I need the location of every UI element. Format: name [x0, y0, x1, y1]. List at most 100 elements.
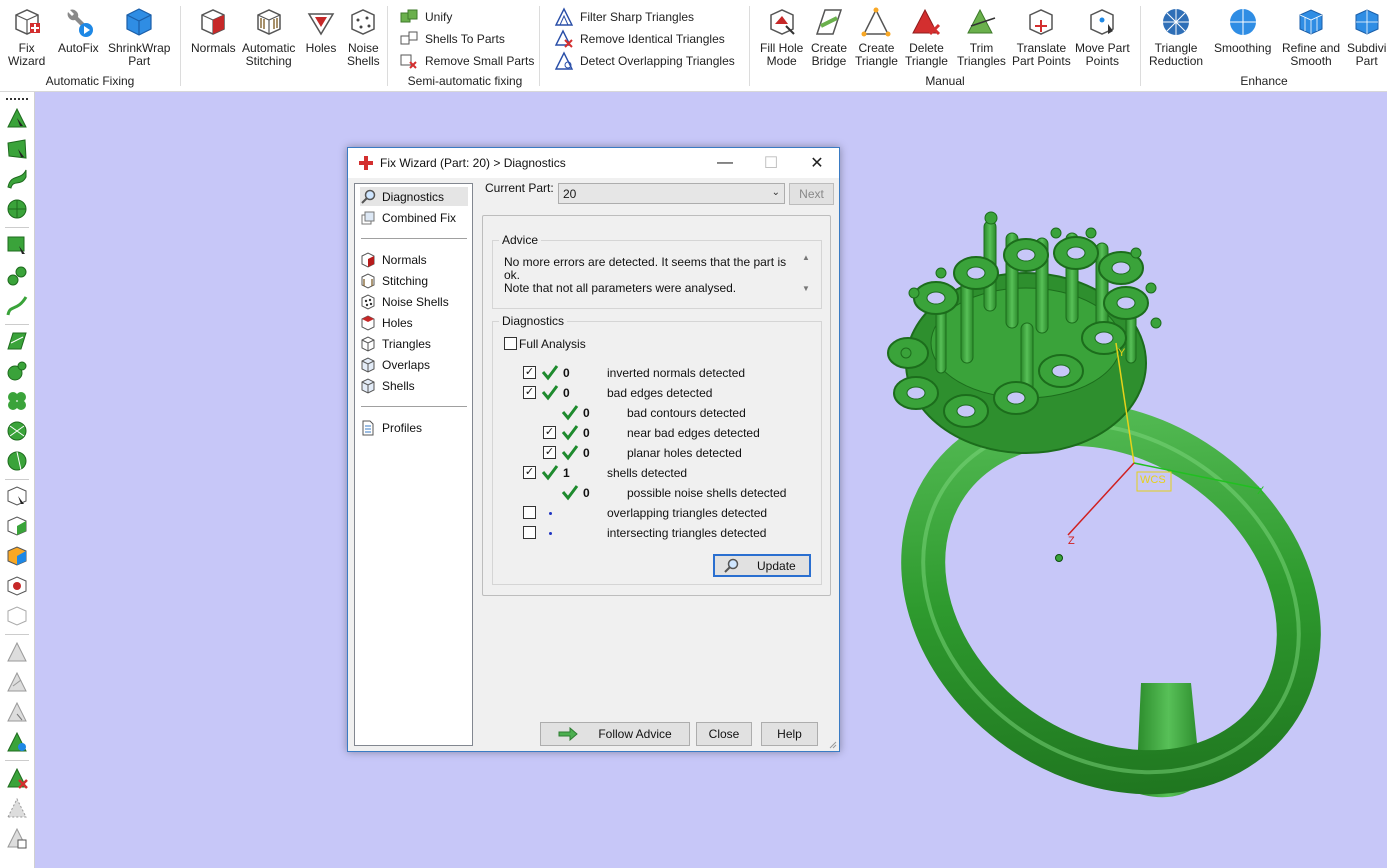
nav-item-profiles[interactable]: Profiles: [360, 418, 468, 437]
invert-mark-icon[interactable]: [5, 700, 29, 724]
remove-identical-triangles-button[interactable]: Remove Identical Triangles: [554, 29, 725, 49]
nav-item-stitching[interactable]: Stitching: [360, 271, 468, 290]
noise-shells-count: 0: [583, 486, 590, 500]
next-button[interactable]: Next: [789, 183, 834, 205]
mark-triangle-icon[interactable]: [5, 640, 29, 664]
shrinkwrap-cube-icon: [126, 8, 152, 36]
current-part-dropdown[interactable]: 20 ⌄: [558, 183, 785, 204]
noise-shells-button[interactable]: Noise Shells: [347, 6, 380, 68]
scroll-up-icon[interactable]: ▲: [799, 253, 813, 262]
pending-dot-icon: [549, 532, 552, 535]
select-sphere-icon[interactable]: [5, 419, 29, 443]
part-select-green-icon[interactable]: [5, 514, 29, 538]
toolbar-grip[interactable]: [6, 98, 28, 100]
nav-item-diagnostics[interactable]: Diagnostics: [360, 187, 468, 206]
shrinkwrap-part-button[interactable]: ShrinkWrap Part: [108, 6, 170, 68]
create-triangle-button[interactable]: Create Triangle: [855, 6, 898, 68]
advice-group: Advice No more errors are detected. It s…: [492, 233, 822, 309]
delete-marked-icon[interactable]: [5, 766, 29, 790]
nav-item-normals[interactable]: Normals: [360, 250, 468, 269]
nav-label-shells: Shells: [382, 378, 415, 393]
noise-shells-icon: [361, 293, 375, 310]
select-curve-icon[interactable]: [5, 167, 29, 191]
inverted-normals-label: inverted normals detected: [607, 366, 746, 380]
select-surface-icon[interactable]: [5, 137, 29, 161]
ribbon-toolbar: Fix Wizard AutoFix ShrinkWrap Part Autom…: [0, 0, 1387, 92]
holes-label: Holes: [305, 41, 337, 55]
toolbar-separator: [5, 227, 29, 228]
minimize-button[interactable]: —: [702, 148, 748, 178]
delete-triangle-button[interactable]: Delete Triangle: [905, 6, 948, 68]
nav-label-diagnostics: Diagnostics: [382, 189, 445, 204]
fill-hole-mode-button[interactable]: Fill Hole Mode: [760, 6, 803, 68]
planar-holes-checkbox[interactable]: [543, 446, 556, 459]
select-lasso-icon[interactable]: [5, 294, 29, 318]
fix-wizard-button[interactable]: Fix Wizard: [8, 6, 45, 68]
trim-triangles-button[interactable]: Trim Triangles: [957, 6, 1006, 68]
part-outline-icon[interactable]: [5, 604, 29, 628]
advice-scrollbar[interactable]: ▲ ▼: [799, 253, 813, 301]
holes-button[interactable]: Holes: [305, 6, 337, 55]
subdivide-part-button[interactable]: Subdivi Part: [1347, 6, 1386, 68]
select-planar-icon[interactable]: [5, 329, 29, 353]
scroll-down-icon[interactable]: ▼: [799, 284, 813, 293]
remove-small-parts-button[interactable]: Remove Small Parts: [399, 51, 534, 71]
bad-edges-checkbox[interactable]: [523, 386, 536, 399]
select-box-icon[interactable]: [5, 233, 29, 257]
select-connected-icon[interactable]: [5, 359, 29, 383]
nav-item-combined-fix[interactable]: Combined Fix: [360, 208, 468, 227]
move-points-icon: [1090, 9, 1115, 35]
unify-button[interactable]: Unify: [399, 7, 452, 27]
follow-advice-button[interactable]: Follow Advice: [540, 722, 690, 746]
select-wrap-icon[interactable]: [5, 449, 29, 473]
select-clover-icon[interactable]: [5, 389, 29, 413]
update-button[interactable]: Update: [713, 554, 811, 577]
filter-sharp-triangles-button[interactable]: Filter Sharp Triangles: [554, 7, 694, 27]
toolbar-separator: [5, 760, 29, 761]
triangle-reduction-button[interactable]: Triangle Reduction: [1149, 6, 1203, 68]
help-button[interactable]: Help: [761, 722, 818, 746]
select-triangle-icon[interactable]: [5, 106, 29, 130]
copy-marked-icon[interactable]: [5, 826, 29, 850]
dialog-title-bar[interactable]: Fix Wizard (Part: 20) > Diagnostics — ☐ …: [348, 148, 839, 178]
smoothing-button[interactable]: Smoothing: [1214, 6, 1271, 55]
translate-part-points-button[interactable]: Translate Part Points: [1012, 6, 1071, 68]
stitching-icon: [361, 272, 375, 289]
automatic-stitching-button[interactable]: Automatic Stitching: [242, 6, 295, 68]
create-bridge-button[interactable]: Create Bridge: [811, 6, 847, 68]
move-part-points-button[interactable]: Move Part Points: [1075, 6, 1130, 68]
hide-marked-icon[interactable]: [5, 796, 29, 820]
intersecting-triangles-checkbox[interactable]: [523, 526, 536, 539]
advice-line-1: No more errors are detected. It seems th…: [504, 255, 787, 282]
select-brush-icon[interactable]: [5, 264, 29, 288]
nav-item-shells[interactable]: Shells: [360, 376, 468, 395]
normals-button[interactable]: Normals: [191, 6, 236, 55]
close-window-button[interactable]: ✕: [794, 148, 840, 178]
nav-item-holes[interactable]: Holes: [360, 313, 468, 332]
overlapping-triangles-checkbox[interactable]: [523, 506, 536, 519]
close-button[interactable]: Close: [696, 722, 752, 746]
shells-to-parts-button[interactable]: Shells To Parts: [399, 29, 505, 49]
nav-item-noise-shells[interactable]: Noise Shells: [360, 292, 468, 311]
part-color-icon[interactable]: [5, 544, 29, 568]
unmark-triangle-icon[interactable]: [5, 670, 29, 694]
mark-all-icon[interactable]: [5, 730, 29, 754]
resize-grip-icon[interactable]: [827, 739, 837, 749]
full-analysis-checkbox[interactable]: [504, 337, 517, 350]
smoothing-label: Smoothing: [1214, 41, 1272, 55]
detect-overlapping-triangles-button[interactable]: Detect Overlapping Triangles: [554, 51, 735, 71]
part-search-icon[interactable]: [5, 574, 29, 598]
nav-item-overlaps[interactable]: Overlaps: [360, 355, 468, 374]
select-shell-icon[interactable]: [5, 197, 29, 221]
near-bad-edges-checkbox[interactable]: [543, 426, 556, 439]
inverted-normals-checkbox[interactable]: [523, 366, 536, 379]
chevron-down-icon: ⌄: [771, 187, 780, 198]
nav-item-triangles[interactable]: Triangles: [360, 334, 468, 353]
diagnostics-legend: Diagnostics: [499, 314, 568, 328]
refine-and-smooth-button[interactable]: Refine and Smooth: [1282, 6, 1340, 68]
shells-checkbox[interactable]: [523, 466, 536, 479]
part-select-icon[interactable]: [5, 484, 29, 508]
autofix-button[interactable]: AutoFix: [58, 6, 99, 55]
advice-line-2: Note that not all parameters were analys…: [504, 281, 737, 295]
fix-wizard-label-2: Wizard: [8, 54, 46, 68]
